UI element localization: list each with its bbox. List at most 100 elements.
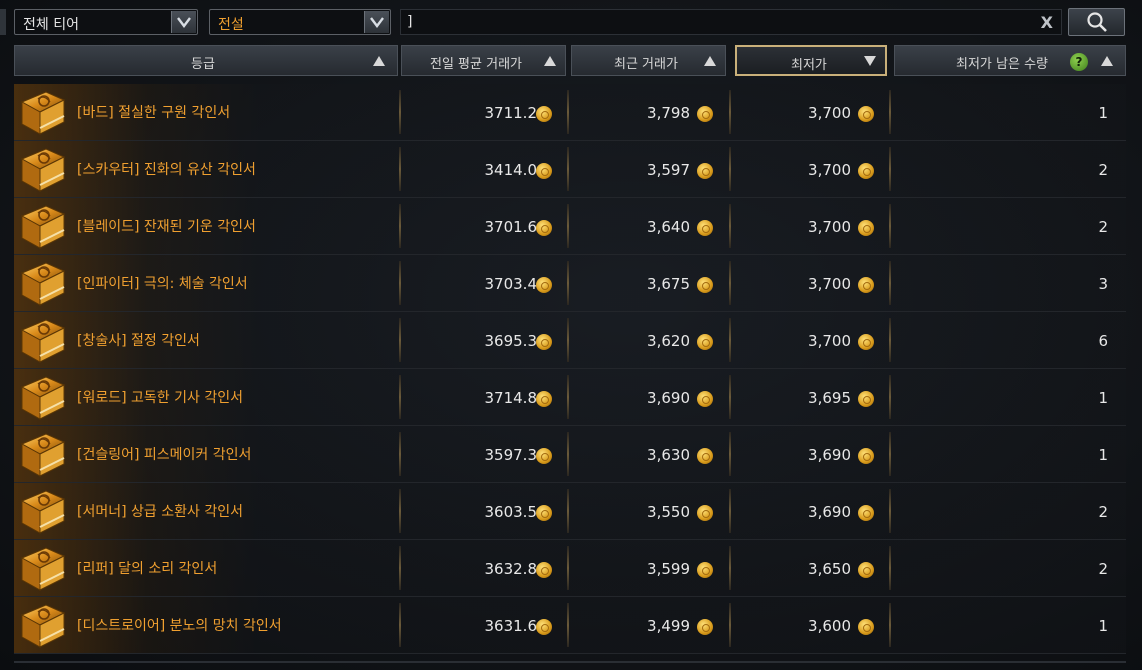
table-row[interactable]: [스카우터] 진화의 유산 각인서 3414.0 3,597 3,700 2 <box>14 141 1126 198</box>
help-icon[interactable]: ? <box>1070 53 1088 71</box>
sort-lowest-price-header[interactable]: 최저가 <box>735 45 887 76</box>
avg-price-value: 3597.3 <box>484 446 538 464</box>
lowest-price-value: 3,700 <box>808 275 851 293</box>
recent-price-header-label: 최근 거래가 <box>614 57 678 72</box>
engraving-book-icon <box>20 148 66 192</box>
lowest-price-header-label: 최저가 <box>791 58 827 73</box>
column-divider <box>729 375 731 419</box>
column-divider <box>889 204 891 248</box>
avg-price-value: 3632.8 <box>484 560 538 578</box>
column-divider <box>729 432 731 476</box>
gold-coin-icon <box>858 106 874 122</box>
avg-price-header-label: 전일 평균 거래가 <box>430 57 522 72</box>
gold-coin-icon <box>858 505 874 521</box>
left-edge-tab[interactable] <box>0 9 6 35</box>
column-divider <box>889 375 891 419</box>
item-name[interactable]: [디스트로이어] 분노의 망치 각인서 <box>77 615 282 635</box>
recent-price-value: 3,640 <box>647 218 690 236</box>
column-divider <box>399 90 401 134</box>
chevron-down-icon[interactable] <box>171 11 196 33</box>
gold-coin-icon <box>697 220 713 236</box>
gold-coin-icon <box>536 163 552 179</box>
table-row[interactable]: [블레이드] 잔재된 기운 각인서 3701.6 3,640 3,700 2 <box>14 198 1126 255</box>
gold-coin-icon <box>536 391 552 407</box>
table-header: 등급 전일 평균 거래가 최근 거래가 최저가 최저가 남은 수량 ? <box>14 45 1126 78</box>
recent-price-value: 3,690 <box>647 389 690 407</box>
chevron-down-icon[interactable] <box>364 11 389 33</box>
gold-coin-icon <box>536 334 552 350</box>
column-divider <box>399 489 401 533</box>
item-name[interactable]: [스카우터] 진화의 유산 각인서 <box>77 159 256 179</box>
recent-price-value: 3,499 <box>647 617 690 635</box>
item-name[interactable]: [바드] 절실한 구원 각인서 <box>77 102 230 122</box>
column-divider <box>399 375 401 419</box>
item-name[interactable]: [서머너] 상급 소환사 각인서 <box>77 501 243 521</box>
column-divider <box>889 432 891 476</box>
engraving-book-icon <box>20 91 66 135</box>
column-divider <box>889 603 891 647</box>
table-row[interactable]: [건슬링어] 피스메이커 각인서 3597.3 3,630 3,690 1 <box>14 426 1126 483</box>
column-divider <box>567 90 569 134</box>
remaining-quantity: 3 <box>1098 275 1108 293</box>
table-row[interactable]: [인파이터] 극의: 체술 각인서 3703.4 3,675 3,700 3 <box>14 255 1126 312</box>
engraving-book-icon <box>20 604 66 648</box>
lowest-price-value: 3,700 <box>808 104 851 122</box>
lowest-remaining-header-label: 최저가 남은 수량 <box>956 57 1048 72</box>
table-row[interactable]: [워로드] 고독한 기사 각인서 3714.8 3,690 3,695 1 <box>14 369 1126 426</box>
clear-search-button[interactable]: X <box>1041 13 1053 32</box>
search-input-value: ] <box>407 14 413 30</box>
lowest-price-value: 3,695 <box>808 389 851 407</box>
gold-coin-icon <box>697 163 713 179</box>
avg-price-value: 3701.6 <box>484 218 538 236</box>
recent-price-value: 3,597 <box>647 161 690 179</box>
column-divider <box>729 204 731 248</box>
item-name[interactable]: [리퍼] 달의 소리 각인서 <box>77 558 217 578</box>
engraving-book-icon <box>20 205 66 249</box>
grade-header-label: 등급 <box>191 57 215 72</box>
search-button[interactable] <box>1068 8 1125 36</box>
engraving-book-icon <box>20 433 66 477</box>
sort-asc-icon <box>1101 56 1113 66</box>
gold-coin-icon <box>858 277 874 293</box>
grade-dropdown[interactable]: 전설 <box>209 9 391 35</box>
table-row[interactable]: [바드] 절실한 구원 각인서 3711.2 3,798 3,700 1 <box>14 84 1126 141</box>
engraving-book-icon <box>20 376 66 420</box>
table-row[interactable]: [서머너] 상급 소환사 각인서 3603.5 3,550 3,690 2 <box>14 483 1126 540</box>
avg-price-value: 3695.3 <box>484 332 538 350</box>
sort-asc-icon <box>373 56 385 66</box>
sort-avg-price-header[interactable]: 전일 평균 거래가 <box>401 45 566 76</box>
table-row[interactable]: [디스트로이어] 분노의 망치 각인서 3631.6 3,499 3,600 1 <box>14 597 1126 654</box>
column-divider <box>399 318 401 362</box>
search-input[interactable]: ] X <box>400 9 1062 35</box>
avg-price-value: 3603.5 <box>484 503 538 521</box>
item-name[interactable]: [창술사] 절정 각인서 <box>77 330 200 350</box>
avg-price-value: 3711.2 <box>484 104 538 122</box>
sort-lowest-remaining-header[interactable]: 최저가 남은 수량 ? <box>894 45 1126 76</box>
remaining-quantity: 2 <box>1098 218 1108 236</box>
column-divider <box>729 489 731 533</box>
remaining-quantity: 2 <box>1098 503 1108 521</box>
lowest-price-value: 3,600 <box>808 617 851 635</box>
lowest-price-value: 3,650 <box>808 560 851 578</box>
sort-grade-header[interactable]: 등급 <box>14 45 398 76</box>
table-row[interactable]: [창술사] 절정 각인서 3695.3 3,620 3,700 6 <box>14 312 1126 369</box>
item-name[interactable]: [건슬링어] 피스메이커 각인서 <box>77 444 251 464</box>
column-divider <box>567 204 569 248</box>
remaining-quantity: 6 <box>1098 332 1108 350</box>
avg-price-value: 3631.6 <box>484 617 538 635</box>
item-name[interactable]: [워로드] 고독한 기사 각인서 <box>77 387 243 407</box>
lowest-price-value: 3,690 <box>808 446 851 464</box>
sort-recent-price-header[interactable]: 최근 거래가 <box>571 45 726 76</box>
gold-coin-icon <box>536 277 552 293</box>
column-divider <box>567 489 569 533</box>
tier-dropdown[interactable]: 전체 티어 <box>14 9 198 35</box>
item-name[interactable]: [블레이드] 잔재된 기운 각인서 <box>77 216 256 236</box>
search-icon <box>1086 12 1107 32</box>
row-divider <box>14 653 1126 654</box>
item-name[interactable]: [인파이터] 극의: 체술 각인서 <box>77 273 248 293</box>
gold-coin-icon <box>536 220 552 236</box>
column-divider <box>567 375 569 419</box>
column-divider <box>567 261 569 305</box>
table-row[interactable]: [리퍼] 달의 소리 각인서 3632.8 3,599 3,650 2 <box>14 540 1126 597</box>
column-divider <box>889 546 891 590</box>
